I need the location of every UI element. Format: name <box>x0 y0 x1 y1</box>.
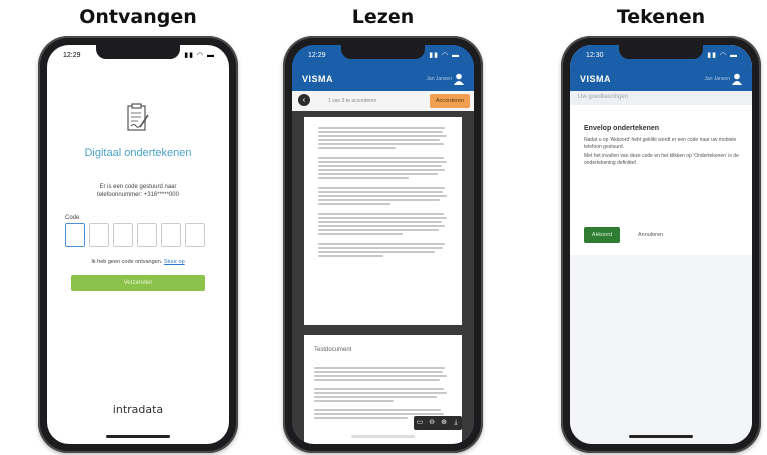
sign-envelope-card: Envelop ondertekenen Nadat u op 'Akkoord… <box>570 105 752 255</box>
code-digit-input[interactable] <box>185 223 205 247</box>
signal-battery-icon: ▮▮ ◠ ▬ <box>707 52 738 59</box>
breadcrumb-item[interactable]: Uw goedkeuringen <box>578 94 628 100</box>
back-arrow-icon[interactable]: ‹ <box>298 94 310 106</box>
code-digit-input[interactable] <box>65 223 85 247</box>
no-code-text: Ik heb geen code ontvangen. <box>91 259 163 265</box>
breadcrumb: Uw goedkeuringen <box>570 91 752 106</box>
code-digit-input[interactable] <box>89 223 109 247</box>
user-icon[interactable] <box>732 73 742 85</box>
phone-notch <box>96 45 180 59</box>
home-indicator <box>106 435 170 438</box>
phone-screen: 12:29 ▮▮ ◠ ▬ VISMA Jan Jansen ‹ 1 van 3 … <box>292 45 474 444</box>
status-time: 12:30 <box>586 52 604 59</box>
card-title: Envelop ondertekenen <box>584 125 660 132</box>
instruction-text: Nadat u op 'Akkoord' hebt geklikt wordt … <box>584 137 737 150</box>
phone-tekenen: 12:30 ▮▮ ◠ ▬ VISMA Jan Jansen Uw goedkeu… <box>561 36 761 453</box>
heading-lezen: Lezen <box>351 6 415 28</box>
app-header: VISMA Jan Jansen <box>570 67 752 91</box>
zoom-toolbar: ▭ ⊖ ⊕ ⤓ <box>414 416 462 430</box>
instruction-text: Met het invullen van deze code en het kl… <box>584 153 739 166</box>
phone-ontvangen: 12:29 ▮▮ ◠ ▬ Digitaal ondertekenen Er is… <box>38 36 238 453</box>
download-icon[interactable]: ⤓ <box>450 416 462 430</box>
annuleren-button[interactable]: Annuleren <box>638 232 663 238</box>
phone-screen: 12:30 ▮▮ ◠ ▬ VISMA Jan Jansen Uw goedkeu… <box>570 45 752 444</box>
page-text-block <box>304 117 462 257</box>
code-sent-info: Er is een code gestuurd naar telefoonnum… <box>97 184 179 198</box>
no-code-notice: Ik heb geen code ontvangen. Stuur op <box>47 259 229 265</box>
phone-notch <box>341 45 425 59</box>
document-page <box>304 117 462 325</box>
submit-button[interactable]: Verzenden <box>71 275 205 291</box>
accorderen-button[interactable]: Accorderen <box>429 94 470 108</box>
phone-screen: 12:29 ▮▮ ◠ ▬ Digitaal ondertekenen Er is… <box>47 45 229 444</box>
phone-lezen: 12:29 ▮▮ ◠ ▬ VISMA Jan Jansen ‹ 1 van 3 … <box>283 36 483 453</box>
akkoord-button[interactable]: Akkoord <box>584 227 620 243</box>
document-sign-icon <box>127 103 149 131</box>
status-time: 12:29 <box>308 52 326 59</box>
visma-logo: VISMA <box>580 74 612 84</box>
code-input-group <box>65 223 205 247</box>
document-title: Testdocument <box>314 347 352 353</box>
visma-logo: VISMA <box>302 74 334 84</box>
code-digit-input[interactable] <box>137 223 157 247</box>
home-indicator <box>351 435 415 438</box>
fit-page-icon[interactable]: ▭ <box>414 416 426 430</box>
user-name[interactable]: Jan Jansen <box>704 76 730 82</box>
home-indicator <box>629 435 693 438</box>
intradata-logo: intradata <box>112 403 164 416</box>
app-header: VISMA Jan Jansen <box>292 67 474 91</box>
card-body: Nadat u op 'Akkoord' hebt geklikt wordt … <box>584 137 742 169</box>
phone-notch <box>619 45 703 59</box>
status-time: 12:29 <box>63 52 81 59</box>
resend-code-link[interactable]: Stuur op <box>164 259 185 265</box>
zoom-out-icon[interactable]: ⊖ <box>426 416 438 430</box>
document-toolbar: ‹ 1 van 3 te accorderen Accorderen <box>292 91 474 112</box>
code-digit-input[interactable] <box>161 223 181 247</box>
empty-area <box>570 255 752 444</box>
pdf-viewer[interactable]: Testdocument ▭ ⊖ ⊕ ⤓ <box>292 111 474 444</box>
user-icon[interactable] <box>454 73 464 85</box>
code-digit-input[interactable] <box>113 223 133 247</box>
document-counter: 1 van 3 te accorderen <box>328 98 377 104</box>
signal-battery-icon: ▮▮ ◠ ▬ <box>429 52 460 59</box>
heading-ontvangen: Ontvangen <box>79 6 197 28</box>
signal-battery-icon: ▮▮ ◠ ▬ <box>184 52 215 59</box>
user-name[interactable]: Jan Jansen <box>426 76 452 82</box>
heading-tekenen: Tekenen <box>616 6 706 28</box>
page-title: Digitaal ondertekenen <box>84 147 192 159</box>
code-label: Code <box>65 215 80 221</box>
zoom-in-icon[interactable]: ⊕ <box>438 416 450 430</box>
